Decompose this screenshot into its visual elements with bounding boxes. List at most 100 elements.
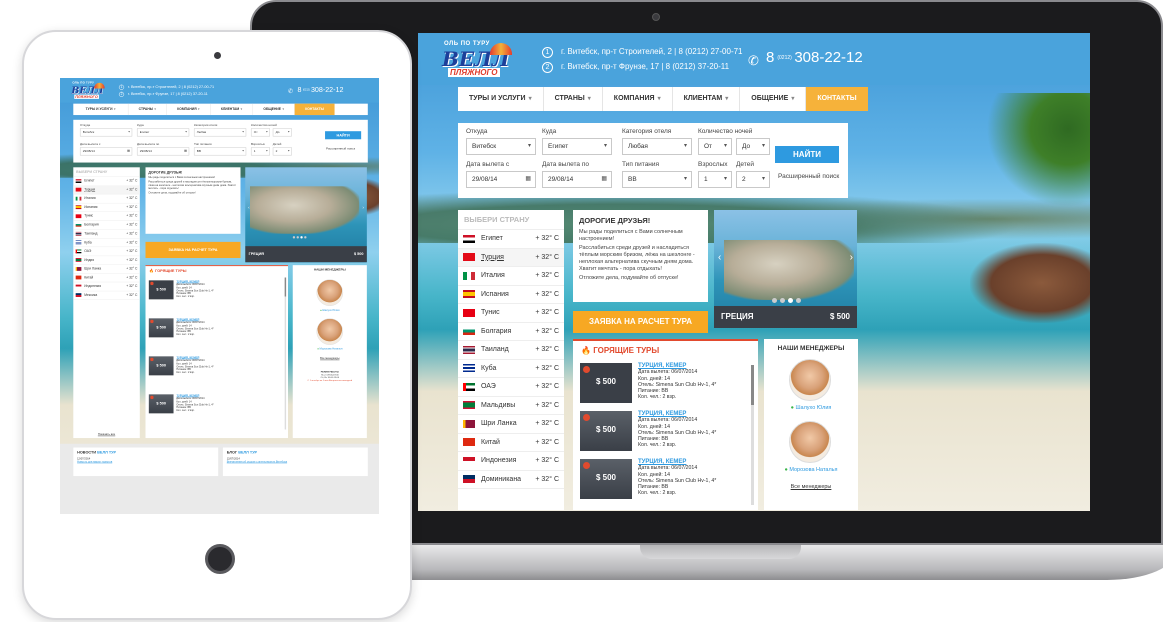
slide-caption[interactable]: ГРЕЦИЯ $ 500 (714, 306, 857, 328)
site-logo[interactable]: ОЛЬ ПО ТУРУ ВЕЛЛ ПЛЯЖНОГО (71, 82, 105, 101)
adults-select[interactable]: 1 ▾ (250, 147, 270, 156)
manager-name-2[interactable]: ● Морозова Наталья (293, 348, 367, 351)
slider-dot[interactable] (292, 236, 296, 239)
slider-dot[interactable] (304, 236, 307, 239)
manager-name-2[interactable]: ● Морозова Наталья (764, 467, 858, 473)
hot-tour-item[interactable]: $ 500 ТУРЦИЯ, КЕМЕР Дата вылета: 06/07/201… (148, 280, 231, 300)
hot-tour-item[interactable]: $ 500 ТУРЦИЯ, КЕМЕР Дата вылета: 06/07/201… (580, 459, 752, 499)
hot-tour-image[interactable]: $ 500 (580, 459, 632, 499)
country-row[interactable]: Индонезия + 32° С (73, 282, 140, 292)
country-row[interactable]: Испания + 32° С (458, 286, 564, 304)
slider-dot[interactable] (780, 298, 785, 303)
date-from-input[interactable]: 29/08/14 ▦ (79, 147, 133, 156)
advanced-search-link[interactable]: Расширенный поиск (326, 147, 355, 150)
nights-from-select[interactable]: От ▾ (250, 128, 270, 137)
children-select[interactable]: 2 ▾ (272, 147, 292, 156)
hot-tours-scrollbar[interactable] (751, 365, 754, 505)
hot-tour-image[interactable]: $ 500 (148, 318, 174, 338)
nights-to-select[interactable]: До ▾ (272, 128, 292, 137)
slider-next-icon[interactable]: › (362, 205, 364, 210)
food-select[interactable]: BB ▾ (622, 171, 692, 188)
hot-tour-image[interactable]: $ 500 (148, 356, 174, 376)
from-select[interactable]: Витебск ▾ (79, 128, 133, 137)
country-row[interactable]: Италия + 32° С (73, 194, 140, 204)
country-row[interactable]: Испания + 32° С (73, 203, 140, 212)
manager-avatar[interactable] (789, 421, 831, 463)
category-select[interactable]: Любая ▾ (193, 128, 247, 137)
slider-dot[interactable] (296, 236, 299, 239)
main-phone[interactable]: 8(0212)308-22-12 (766, 49, 863, 66)
slider-next-icon[interactable]: › (850, 252, 853, 263)
blog-link[interactable]: Впечатления об отдыхе с агентством из Ви… (227, 460, 364, 463)
slide-caption[interactable]: ГРЕЦИЯ $ 500 (245, 246, 367, 263)
hot-tour-image[interactable]: $ 500 (148, 280, 174, 300)
slider-dot[interactable] (796, 298, 801, 303)
country-row[interactable]: Тунис + 32° С (73, 212, 140, 221)
country-row[interactable]: Доминикана + 32° С (458, 471, 564, 489)
adults-select[interactable]: 1 ▾ (698, 171, 732, 188)
country-row[interactable]: Китай + 32° С (73, 273, 140, 283)
slider-dot-active[interactable] (788, 298, 793, 303)
children-select[interactable]: 2 ▾ (736, 171, 770, 188)
nav-company[interactable]: КОМПАНИЯ▾ (603, 87, 673, 111)
manager-name-1[interactable]: ● Шалухо Юлия (293, 309, 367, 312)
country-row[interactable]: Куба + 32° С (73, 238, 140, 248)
manager-name-1[interactable]: ● Шалухо Юлия (764, 405, 858, 411)
nav-communication[interactable]: ОБЩЕНИЕ▾ (740, 87, 807, 111)
country-row[interactable]: Египет + 32° С (458, 230, 564, 249)
country-row[interactable]: Мексика + 32° С (73, 291, 140, 300)
hot-tours-scrollbar[interactable] (284, 277, 287, 430)
nav-company[interactable]: КОМПАНИЯ▾ (167, 103, 211, 116)
nav-clients[interactable]: КЛИЕНТАМ▾ (673, 87, 741, 111)
from-select[interactable]: Витебск ▾ (466, 138, 536, 155)
order-tour-button[interactable]: ЗАЯВКА НА РАСЧЕТ ТУРА (145, 241, 241, 259)
tablet-home-button[interactable] (205, 544, 235, 574)
nights-from-select[interactable]: От ▾ (698, 138, 732, 155)
hot-tour-image[interactable]: $ 500 (580, 363, 632, 403)
news-link[interactable]: Новость для наших туристов (77, 460, 214, 463)
country-row[interactable]: Индия + 32° С (73, 256, 140, 265)
country-row[interactable]: Китай + 32° С (458, 434, 564, 452)
main-phone[interactable]: 8(0212)308-22-12 (298, 86, 344, 94)
country-row[interactable]: Болгария + 32° С (73, 221, 140, 230)
food-select[interactable]: BB ▾ (193, 147, 247, 156)
country-row[interactable]: Мальдивы + 32° С (458, 397, 564, 415)
to-select[interactable]: Египет ▾ (136, 128, 190, 137)
hot-tour-item[interactable]: $ 500 ТУРЦИЯ, КЕМЕР Дата вылета: 06/07/201… (148, 356, 231, 376)
nav-countries[interactable]: СТРАНЫ▾ (544, 87, 603, 111)
hot-tour-item[interactable]: $ 500 ТУРЦИЯ, КЕМЕР Дата вылета: 06/07/201… (148, 394, 231, 414)
hot-tour-image[interactable]: $ 500 (580, 411, 632, 451)
nav-countries[interactable]: СТРАНЫ▾ (128, 103, 167, 116)
nav-contacts[interactable]: КОНТАКТЫ (294, 103, 335, 116)
country-row[interactable]: Италия + 32° С (458, 267, 564, 286)
country-row[interactable]: Турция + 32° С (458, 248, 564, 267)
to-select[interactable]: Египет ▾ (542, 138, 612, 155)
order-tour-button[interactable]: ЗАЯВКА НА РАСЧЕТ ТУРА (573, 311, 708, 333)
country-row[interactable]: ОАЭ + 32° С (73, 247, 140, 256)
advanced-search-link[interactable]: Расширенный поиск (778, 173, 839, 180)
country-row[interactable]: Египет + 32° С (73, 177, 140, 186)
nav-tours[interactable]: ТУРЫ И УСЛУГИ▾ (458, 87, 544, 111)
country-row[interactable]: Турция + 32° С (73, 185, 140, 195)
manager-avatar[interactable] (789, 359, 831, 401)
country-row[interactable]: Шри Ланка + 32° С (73, 265, 140, 274)
hot-tour-item[interactable]: $ 500 ТУРЦИЯ, КЕМЕР Дата вылета: 06/07/201… (580, 411, 752, 451)
scrollbar-thumb[interactable] (284, 277, 287, 297)
country-row[interactable]: Куба + 32° С (458, 360, 564, 378)
country-row[interactable]: Болгария + 32° С (458, 323, 564, 341)
site-logo[interactable]: ОЛЬ ПО ТУРУ ВЕЛЛ ПЛЯЖНОГО (442, 41, 512, 81)
nav-tours[interactable]: ТУРЫ И УСЛУГИ▾ (73, 103, 129, 116)
show-all-countries-link[interactable]: Показать все (73, 433, 139, 436)
find-button[interactable]: НАЙТИ (775, 146, 839, 163)
country-row[interactable]: Таиланд + 32° С (458, 341, 564, 360)
scrollbar-thumb[interactable] (751, 365, 754, 405)
slider-prev-icon[interactable]: ‹ (718, 252, 721, 263)
manager-avatar[interactable] (316, 279, 344, 306)
nights-to-select[interactable]: До ▾ (736, 138, 770, 155)
slider-dot[interactable] (772, 298, 777, 303)
country-row[interactable]: Шри Ланка + 32° С (458, 415, 564, 434)
nav-communication[interactable]: ОБЩЕНИЕ▾ (253, 103, 295, 116)
all-managers-link[interactable]: Все менеджеры (764, 484, 858, 490)
hot-tour-item[interactable]: $ 500 ТУРЦИЯ, КЕМЕР Дата вылета: 06/07/201… (148, 318, 231, 338)
hot-tour-item[interactable]: $ 500 ТУРЦИЯ, КЕМЕР Дата вылета: 06/07/201… (580, 363, 752, 403)
